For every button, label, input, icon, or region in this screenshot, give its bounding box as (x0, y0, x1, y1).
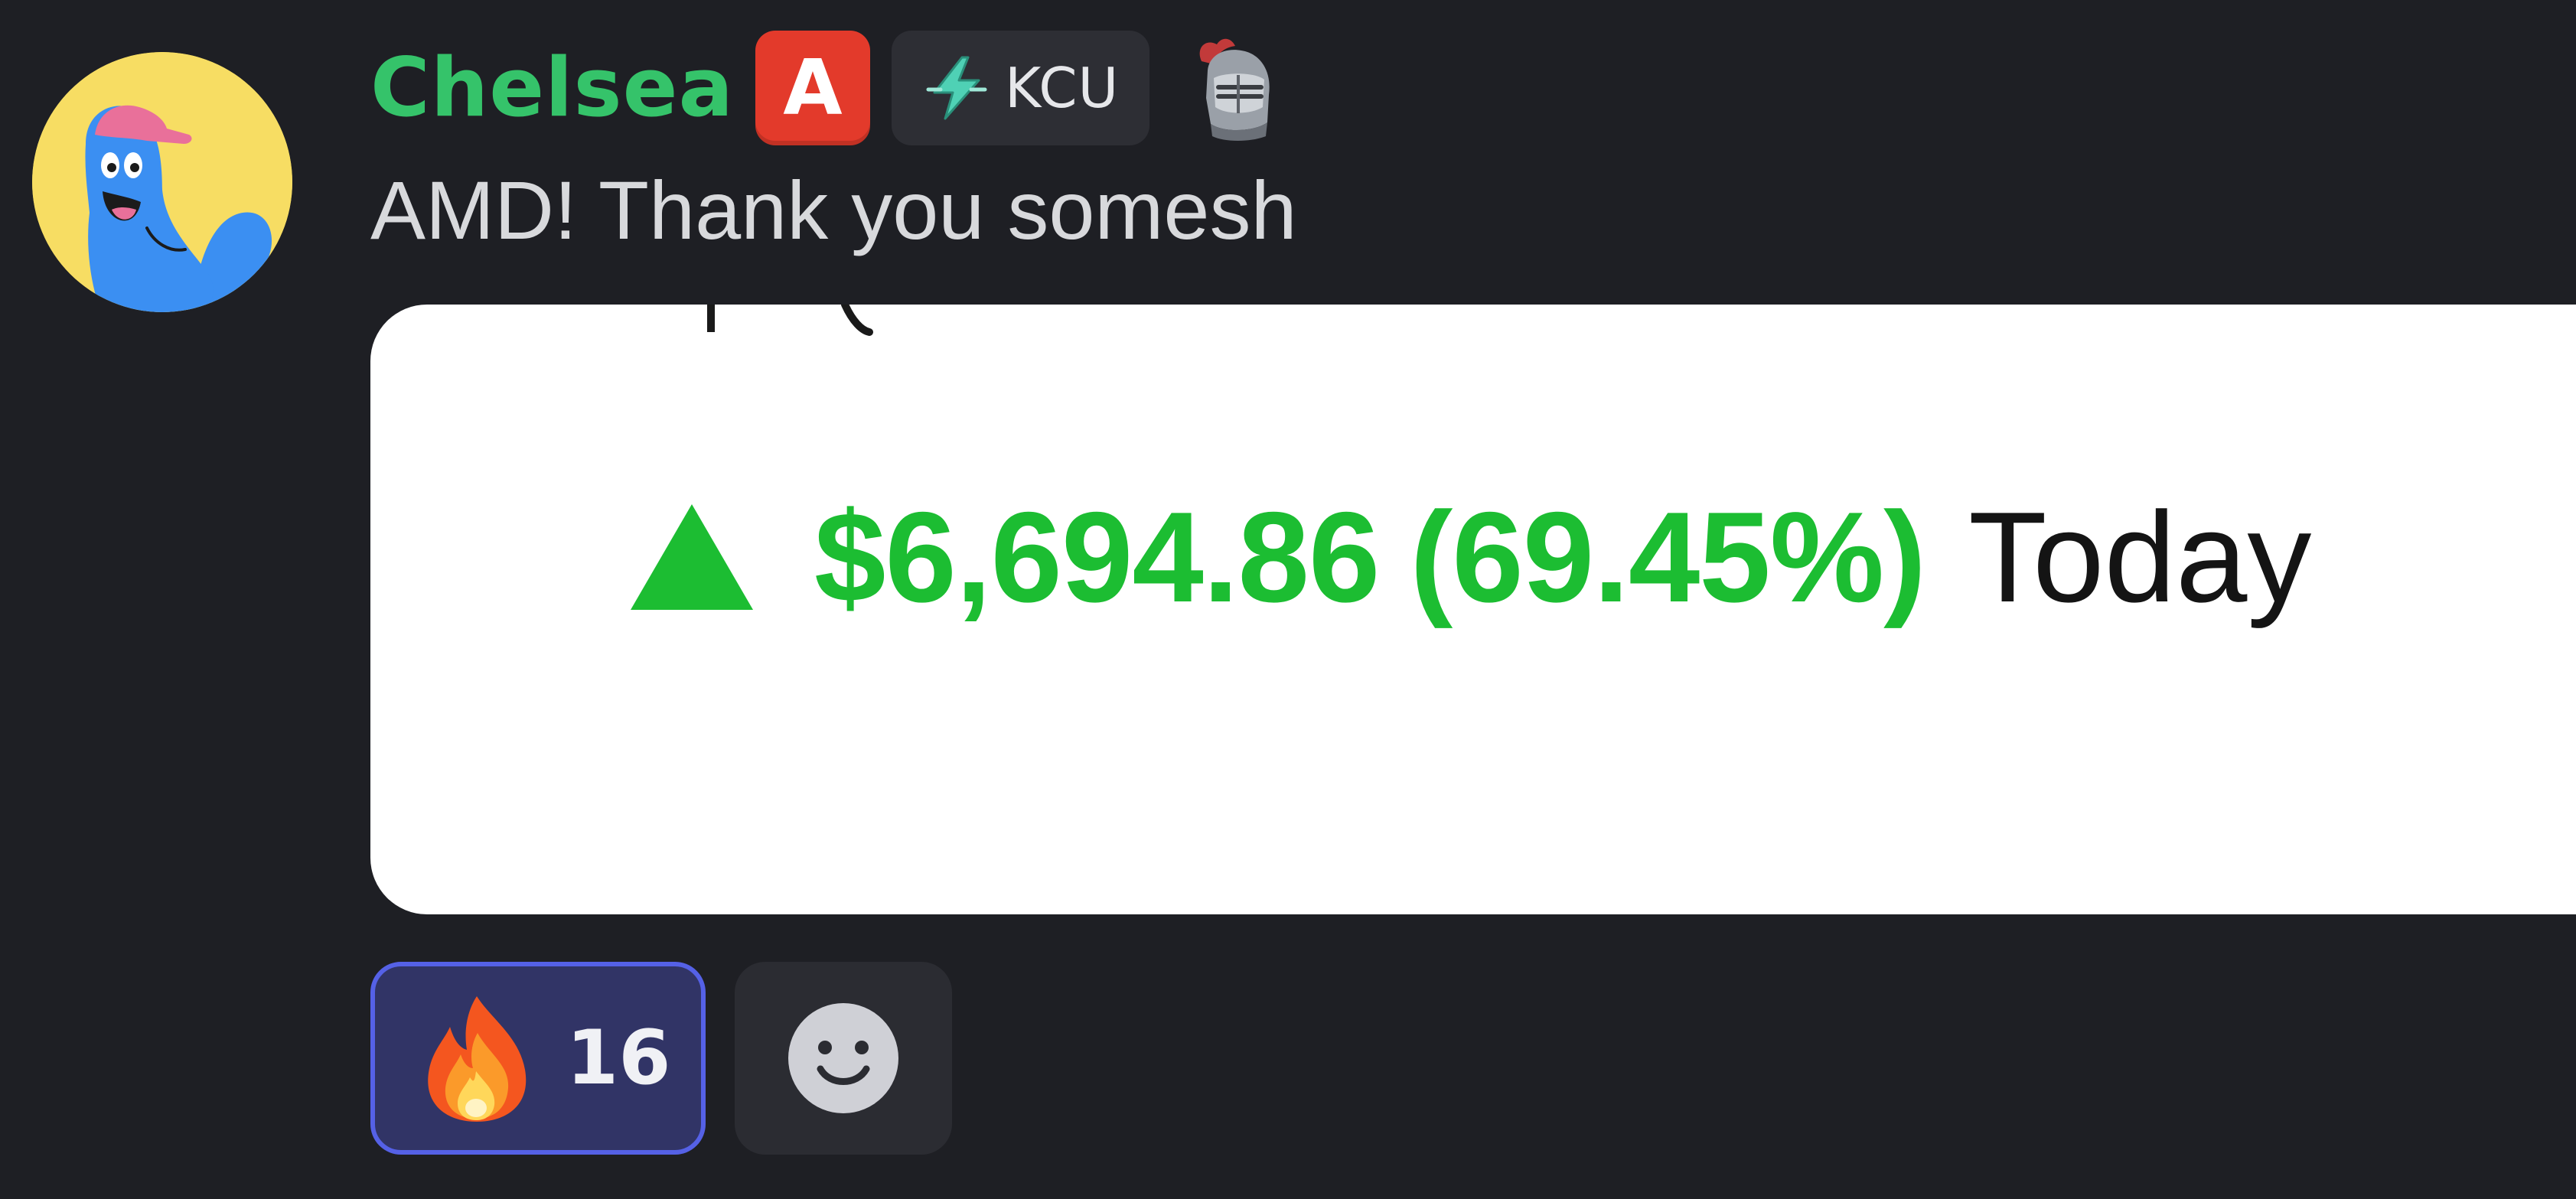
smiley-icon (788, 1003, 898, 1113)
lightning-bolt-icon (926, 56, 987, 120)
knight-helmet-icon[interactable] (1171, 31, 1286, 145)
gain-summary: $6,694.86 (69.45%) Today (631, 481, 2311, 634)
role-badge[interactable]: A (755, 31, 870, 145)
reaction-count: 16 (566, 1015, 671, 1102)
gain-amount: $6,694.86 (814, 484, 1380, 629)
server-tag[interactable]: KCU (892, 31, 1150, 145)
chat-message: Chelsea A KCU AMD! Thank you somesh $6,6… (0, 0, 2576, 1199)
reactions-bar: 16 (370, 962, 952, 1155)
image-attachment[interactable]: $6,694.86 (69.45%) Today (370, 305, 2576, 914)
server-tag-label: KCU (1005, 56, 1120, 120)
cropped-text-fragment (707, 305, 873, 336)
fire-icon (428, 996, 527, 1122)
message-header: Chelsea A KCU (370, 31, 1286, 145)
add-reaction-button[interactable] (735, 962, 952, 1155)
triangle-up-icon (631, 504, 753, 610)
reaction-fire[interactable]: 16 (370, 962, 706, 1155)
blue-monster-avatar-icon (32, 52, 292, 312)
gain-percent: (69.45%) (1410, 484, 1926, 629)
message-text: AMD! Thank you somesh (370, 164, 1297, 256)
gain-period: Today (1968, 484, 2312, 629)
avatar[interactable] (32, 52, 292, 312)
username[interactable]: Chelsea (370, 47, 734, 129)
